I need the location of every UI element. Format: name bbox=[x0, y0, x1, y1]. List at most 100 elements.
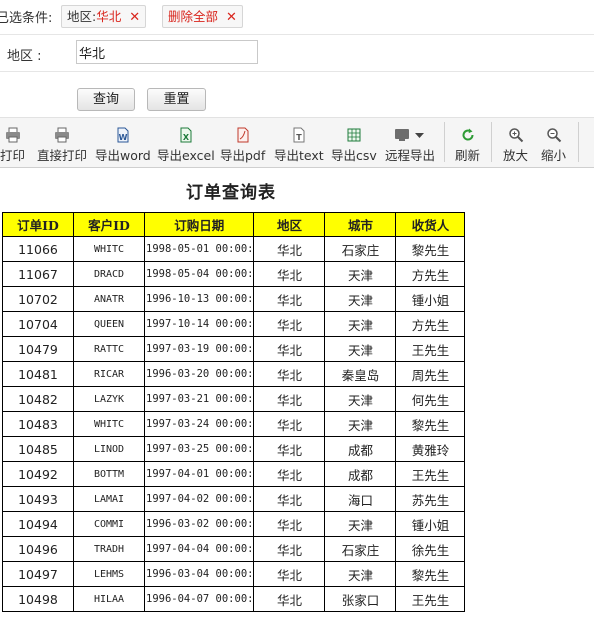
region-cell: 华北 bbox=[253, 436, 326, 462]
order-id-cell: 10704 bbox=[2, 311, 74, 337]
table-row: 10492 BOTTM 1997-04-01 00:00: 华北 成都 王先生 bbox=[2, 461, 466, 487]
direct-print-button[interactable]: 直接打印 bbox=[37, 127, 87, 163]
svg-text:X: X bbox=[183, 133, 190, 142]
export-word-button[interactable]: W 导出word bbox=[95, 127, 151, 163]
customer-id-cell: LINOD bbox=[73, 436, 145, 462]
region-cell: 华北 bbox=[253, 511, 326, 537]
city-cell: 石家庄 bbox=[324, 536, 397, 562]
consignee-cell: 王先生 bbox=[395, 336, 466, 362]
remote-export-label: 远程导出 bbox=[385, 148, 436, 163]
remote-export-button[interactable]: 远程导出 bbox=[385, 127, 435, 163]
customer-id-cell: RATTC bbox=[73, 336, 145, 362]
export-excel-button[interactable]: X 导出excel bbox=[157, 127, 215, 163]
city-cell: 成都 bbox=[324, 436, 397, 462]
order-id-cell: 10497 bbox=[2, 561, 74, 587]
column-header-order-id: 订单ID bbox=[2, 212, 74, 237]
city-cell: 海口 bbox=[324, 486, 397, 512]
table-row: 10481 RICAR 1996-03-20 00:00: 华北 秦皇岛 周先生 bbox=[2, 361, 466, 387]
export-csv-button[interactable]: 导出csv bbox=[331, 127, 377, 163]
clear-all-chip[interactable]: 删除全部 ✕ bbox=[162, 5, 243, 28]
selected-filters-bar: 已选条件: 地区:华北 ✕ 删除全部 ✕ bbox=[0, 0, 594, 35]
region-cell: 华北 bbox=[253, 561, 326, 587]
refresh-button[interactable]: 刷新 bbox=[455, 127, 480, 163]
order-id-cell: 10482 bbox=[2, 386, 74, 412]
toolbar-divider bbox=[491, 122, 492, 162]
order-id-cell: 10479 bbox=[2, 336, 74, 362]
filter-chip-key: 地区: bbox=[67, 9, 97, 24]
customer-id-cell: LAZYK bbox=[73, 386, 145, 412]
city-cell: 天津 bbox=[324, 261, 397, 287]
order-date-cell: 1997-03-25 00:00: bbox=[143, 436, 255, 462]
zoom-in-label: 放大 bbox=[503, 148, 529, 163]
order-date-cell: 1998-05-04 00:00: bbox=[143, 261, 255, 287]
zoom-in-button[interactable]: 放大 bbox=[503, 127, 528, 163]
order-id-cell: 11067 bbox=[2, 261, 74, 287]
customer-id-cell: ANATR bbox=[73, 286, 145, 312]
report-title: 订单查询表 bbox=[186, 183, 276, 203]
table-row: 10498 HILAA 1996-04-07 00:00: 华北 张家口 王先生 bbox=[2, 586, 466, 612]
region-cell: 华北 bbox=[253, 536, 326, 562]
order-date-cell: 1997-04-02 00:00: bbox=[143, 486, 255, 512]
region-cell: 华北 bbox=[253, 261, 326, 287]
consignee-cell: 徐先生 bbox=[395, 536, 466, 562]
refresh-label: 刷新 bbox=[455, 148, 481, 163]
city-cell: 天津 bbox=[324, 386, 397, 412]
customer-id-cell: LAMAI bbox=[73, 486, 145, 512]
city-cell: 秦皇岛 bbox=[324, 361, 397, 387]
order-id-cell: 10492 bbox=[2, 461, 74, 487]
consignee-cell: 黎先生 bbox=[395, 236, 466, 262]
region-cell: 华北 bbox=[253, 461, 326, 487]
filter-chip-value: 华北 bbox=[96, 9, 122, 24]
consignee-cell: 黎先生 bbox=[395, 411, 466, 437]
table-row: 10493 LAMAI 1997-04-02 00:00: 华北 海口 苏先生 bbox=[2, 486, 466, 512]
table-body: 11066 WHITC 1998-05-01 00:00: 华北 石家庄 黎先生 11067… bbox=[2, 236, 466, 612]
close-icon[interactable]: ✕ bbox=[226, 10, 237, 25]
city-cell: 天津 bbox=[324, 286, 397, 312]
table-row: 10482 LAZYK 1997-03-21 00:00: 华北 天津 何先生 bbox=[2, 386, 466, 412]
region-cell: 华北 bbox=[253, 586, 326, 612]
order-date-cell: 1997-10-14 00:00: bbox=[143, 311, 255, 337]
region-input[interactable] bbox=[76, 40, 258, 64]
order-id-cell: 10483 bbox=[2, 411, 74, 437]
csv-icon bbox=[346, 127, 362, 143]
consignee-cell: 黄雅玲 bbox=[395, 436, 466, 462]
city-cell: 天津 bbox=[324, 561, 397, 587]
export-text-button[interactable]: T 导出text bbox=[274, 127, 324, 163]
consignee-cell: 方先生 bbox=[395, 311, 466, 337]
zoom-out-label: 缩小 bbox=[541, 148, 567, 163]
city-cell: 天津 bbox=[324, 411, 397, 437]
order-date-cell: 1997-03-24 00:00: bbox=[143, 411, 255, 437]
order-date-cell: 1996-03-02 00:00: bbox=[143, 511, 255, 537]
export-pdf-button[interactable]: 导出pdf bbox=[220, 127, 265, 163]
order-id-cell: 10493 bbox=[2, 486, 74, 512]
region-label: 地区 : bbox=[7, 49, 42, 64]
export-csv-label: 导出csv bbox=[331, 148, 377, 163]
table-row: 10485 LINOD 1997-03-25 00:00: 华北 成都 黄雅玲 bbox=[2, 436, 466, 462]
table-header-row: 订单ID 客户ID 订购日期 地区 城市 收货人 bbox=[2, 212, 466, 237]
clear-all-label[interactable]: 删除全部 bbox=[168, 9, 218, 24]
customer-id-cell: QUEEN bbox=[73, 311, 145, 337]
toolbar-divider bbox=[578, 122, 579, 162]
pdf-icon bbox=[235, 127, 251, 143]
consignee-cell: 锺小姐 bbox=[395, 286, 466, 312]
order-id-cell: 11066 bbox=[2, 236, 74, 262]
region-cell: 华北 bbox=[253, 411, 326, 437]
consignee-cell: 何先生 bbox=[395, 386, 466, 412]
region-cell: 华北 bbox=[253, 236, 326, 262]
order-date-cell: 1996-10-13 00:00: bbox=[143, 286, 255, 312]
order-date-cell: 1997-03-19 00:00: bbox=[143, 336, 255, 362]
query-button[interactable]: 查询 bbox=[77, 88, 135, 111]
order-id-cell: 10485 bbox=[2, 436, 74, 462]
zoom-out-button[interactable]: 缩小 bbox=[541, 127, 566, 163]
column-header-city: 城市 bbox=[324, 212, 397, 237]
table-row: 10479 RATTC 1997-03-19 00:00: 华北 天津 王先生 bbox=[2, 336, 466, 362]
print-button[interactable]: 打印 bbox=[0, 127, 25, 163]
report-toolbar: 打印 直接打印 W 导出word X 导出excel 导出pdf T 导出tex… bbox=[0, 117, 594, 168]
table-row: 10494 COMMI 1996-03-02 00:00: 华北 天津 锺小姐 bbox=[2, 511, 466, 537]
order-date-cell: 1996-03-20 00:00: bbox=[143, 361, 255, 387]
city-cell: 天津 bbox=[324, 511, 397, 537]
close-icon[interactable]: ✕ bbox=[129, 10, 140, 25]
region-cell: 华北 bbox=[253, 336, 326, 362]
reset-button[interactable]: 重置 bbox=[147, 88, 206, 111]
customer-id-cell: RICAR bbox=[73, 361, 145, 387]
